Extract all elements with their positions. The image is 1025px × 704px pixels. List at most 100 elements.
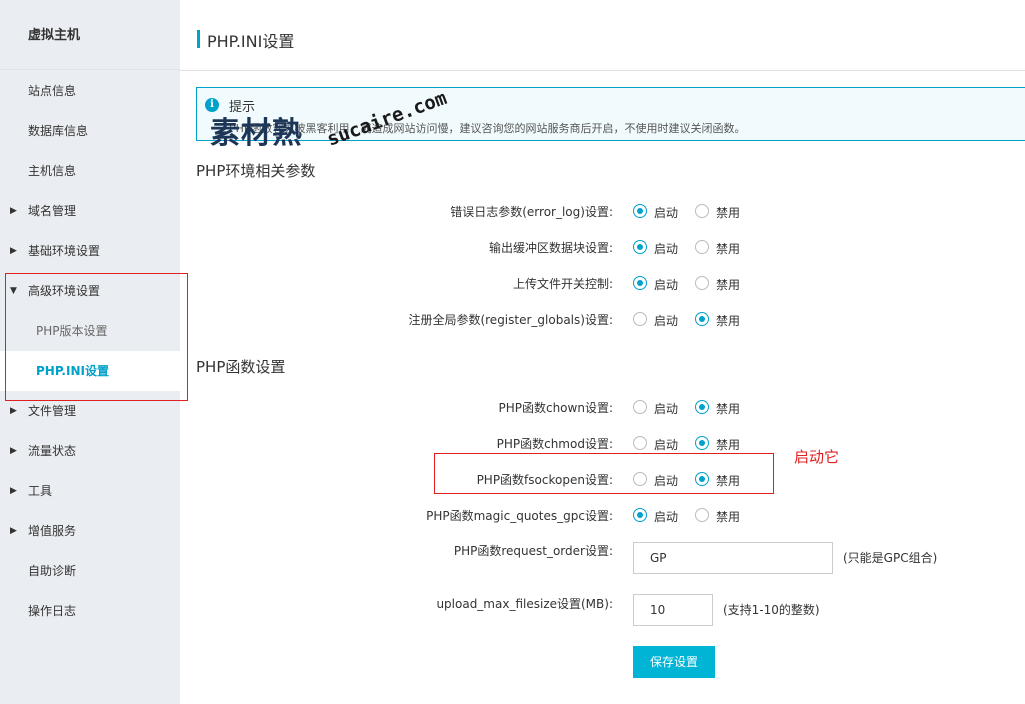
annotation-text: 启动它 xyxy=(794,448,840,466)
sidebar-item-label: 域名管理 xyxy=(28,204,77,218)
sidebar-item-domain[interactable]: ▶ 域名管理 xyxy=(0,191,180,231)
sidebar-item-label: 操作日志 xyxy=(28,604,77,618)
setting-row: 注册全局参数(register_globals)设置: 启动 禁用 xyxy=(196,308,1025,332)
page-title: PHP.INI设置 xyxy=(207,32,295,51)
setting-row: 错误日志参数(error_log)设置: 启动 禁用 xyxy=(196,200,1025,224)
setting-label: 注册全局参数(register_globals)设置: xyxy=(408,313,613,327)
section-title-env: PHP环境相关参数 xyxy=(196,162,316,180)
sidebar-item-php-ini[interactable]: PHP.INI设置 xyxy=(0,351,180,391)
section-title-func: PHP函数设置 xyxy=(196,358,286,376)
sidebar-item-label: 基础环境设置 xyxy=(28,244,101,258)
caret-down-icon: ▼ xyxy=(10,286,17,296)
radio-enable[interactable] xyxy=(633,204,647,218)
notice-title: 提示 xyxy=(229,100,256,115)
sidebar-item-advanced-env[interactable]: ▼ 高级环境设置 xyxy=(0,271,180,311)
radio-disable-label: 禁用 xyxy=(716,510,741,524)
sidebar-item-files[interactable]: ▶ 文件管理 xyxy=(0,391,180,431)
notice-box: i 提示 PHP函数容易被黑客利用，或造成网站访问慢，建议咨询您的网站服务商后开… xyxy=(196,87,1025,141)
caret-right-icon: ▶ xyxy=(10,206,17,216)
radio-disable[interactable] xyxy=(695,240,709,254)
radio-enable[interactable] xyxy=(633,472,647,486)
sidebar-item-host-info[interactable]: 主机信息 xyxy=(0,151,180,191)
radio-disable[interactable] xyxy=(695,204,709,218)
setting-row: PHP函数chown设置: 启动 禁用 xyxy=(196,396,1025,420)
setting-label: PHP函数chown设置: xyxy=(498,401,613,415)
radio-enable-label: 启动 xyxy=(654,278,679,292)
setting-label: 错误日志参数(error_log)设置: xyxy=(450,205,613,219)
radio-disable-label: 禁用 xyxy=(716,474,741,488)
upload-max-hint: (支持1-10的整数) xyxy=(723,603,820,617)
radio-disable-label: 禁用 xyxy=(716,438,741,452)
radio-enable-label: 启动 xyxy=(654,206,679,220)
notice-text: PHP函数容易被黑客利用，或造成网站访问慢，建议咨询您的网站服务商后开启，不使用… xyxy=(229,122,746,135)
save-button[interactable]: 保存设置 xyxy=(633,646,715,678)
sidebar-item-label: 流量状态 xyxy=(28,444,77,458)
sidebar-item-label: 站点信息 xyxy=(28,84,77,98)
radio-enable[interactable] xyxy=(633,436,647,450)
sidebar-item-label: 增值服务 xyxy=(28,524,77,538)
sidebar: 虚拟主机 站点信息 数据库信息 主机信息 ▶ 域名管理 ▶ 基础环境设置 ▼ 高级环境… xyxy=(0,0,180,704)
setting-row: 上传文件开关控制: 启动 禁用 xyxy=(196,272,1025,296)
sidebar-item-label: PHP版本设置 xyxy=(36,324,108,338)
setting-label: 输出缓冲区数据块设置: xyxy=(488,241,613,255)
setting-label: PHP函数fsockopen设置: xyxy=(476,473,613,487)
setting-row: PHP函数magic_quotes_gpc设置: 启动 禁用 xyxy=(196,504,1025,528)
title-accent-bar xyxy=(197,30,200,48)
caret-right-icon: ▶ xyxy=(10,446,17,456)
setting-label: upload_max_filesize设置(MB): xyxy=(436,597,613,611)
sidebar-title: 虚拟主机 xyxy=(0,0,180,70)
setting-row: 输出缓冲区数据块设置: 启动 禁用 xyxy=(196,236,1025,260)
radio-disable[interactable] xyxy=(695,312,709,326)
radio-enable-label: 启动 xyxy=(654,402,679,416)
request-order-input[interactable]: GP xyxy=(633,542,833,574)
radio-disable[interactable] xyxy=(695,436,709,450)
radio-enable-label: 启动 xyxy=(654,438,679,452)
radio-enable[interactable] xyxy=(633,312,647,326)
radio-disable[interactable] xyxy=(695,276,709,290)
setting-row: PHP函数fsockopen设置: 启动 禁用 xyxy=(196,468,1025,492)
radio-enable[interactable] xyxy=(633,276,647,290)
sidebar-item-value-added[interactable]: ▶ 增值服务 xyxy=(0,511,180,551)
setting-row: PHP函数chmod设置: 启动 禁用 xyxy=(196,432,1025,456)
radio-enable[interactable] xyxy=(633,400,647,414)
sidebar-item-label: 工具 xyxy=(28,484,53,498)
sidebar-item-php-version[interactable]: PHP版本设置 xyxy=(0,311,180,351)
sidebar-item-label: 文件管理 xyxy=(28,404,77,418)
setting-label: PHP函数chmod设置: xyxy=(496,437,613,451)
sidebar-item-db-info[interactable]: 数据库信息 xyxy=(0,111,180,151)
caret-right-icon: ▶ xyxy=(10,406,17,416)
request-order-hint: (只能是GPC组合) xyxy=(843,551,938,565)
sidebar-item-label: 自助诊断 xyxy=(28,564,77,578)
radio-enable[interactable] xyxy=(633,240,647,254)
radio-disable[interactable] xyxy=(695,472,709,486)
caret-right-icon: ▶ xyxy=(10,526,17,536)
info-icon: i xyxy=(205,98,219,112)
sidebar-item-label: 高级环境设置 xyxy=(28,284,101,298)
sidebar-item-label: PHP.INI设置 xyxy=(36,364,109,378)
setting-label: PHP函数magic_quotes_gpc设置: xyxy=(426,509,613,523)
sidebar-item-basic-env[interactable]: ▶ 基础环境设置 xyxy=(0,231,180,271)
sidebar-item-site-info[interactable]: 站点信息 xyxy=(0,71,180,111)
radio-disable[interactable] xyxy=(695,508,709,522)
radio-disable-label: 禁用 xyxy=(716,242,741,256)
radio-enable-label: 启动 xyxy=(654,242,679,256)
radio-enable-label: 启动 xyxy=(654,510,679,524)
caret-right-icon: ▶ xyxy=(10,486,17,496)
sidebar-item-diagnose[interactable]: 自助诊断 xyxy=(0,551,180,591)
sidebar-item-oplog[interactable]: 操作日志 xyxy=(0,591,180,631)
caret-right-icon: ▶ xyxy=(10,246,17,256)
upload-max-input[interactable]: 10 xyxy=(633,594,713,626)
radio-disable[interactable] xyxy=(695,400,709,414)
sidebar-item-traffic[interactable]: ▶ 流量状态 xyxy=(0,431,180,471)
radio-enable[interactable] xyxy=(633,508,647,522)
sidebar-item-tools[interactable]: ▶ 工具 xyxy=(0,471,180,511)
sidebar-item-label: 主机信息 xyxy=(28,164,77,178)
radio-disable-label: 禁用 xyxy=(716,206,741,220)
radio-disable-label: 禁用 xyxy=(716,278,741,292)
radio-disable-label: 禁用 xyxy=(716,314,741,328)
setting-label: PHP函数request_order设置: xyxy=(453,544,613,558)
radio-enable-label: 启动 xyxy=(654,314,679,328)
setting-row-upload-max: upload_max_filesize设置(MB): xyxy=(196,592,1025,616)
setting-label: 上传文件开关控制: xyxy=(512,277,613,291)
radio-disable-label: 禁用 xyxy=(716,402,741,416)
